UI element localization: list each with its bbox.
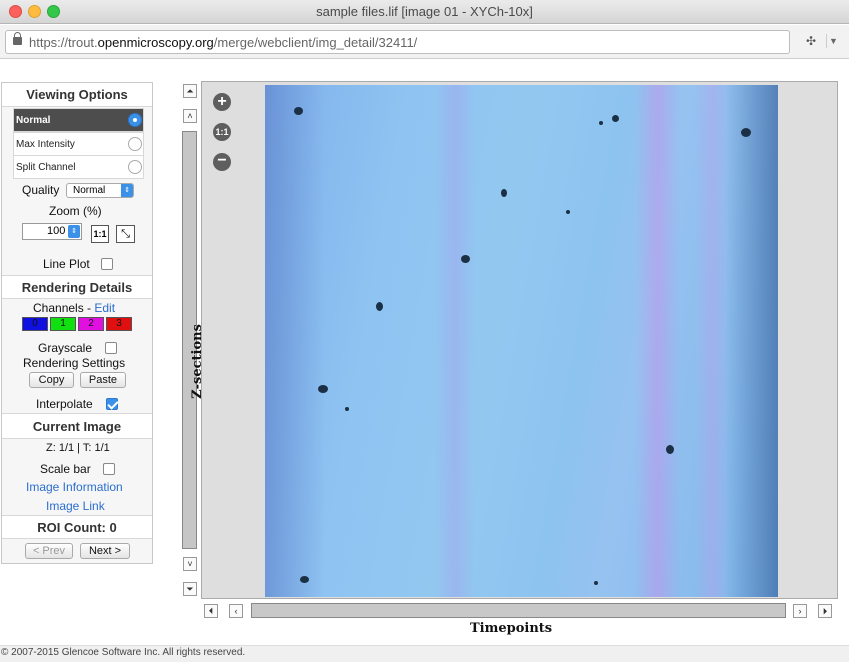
interpolate-checkbox[interactable]	[106, 398, 118, 410]
radio-icon[interactable]	[128, 137, 142, 151]
channel-button-3[interactable]: 3	[106, 317, 132, 331]
mode-split-channel[interactable]: Split Channel	[13, 155, 144, 179]
interpolate-label: Interpolate	[36, 397, 93, 411]
z-first-button[interactable]: ⏶	[183, 84, 197, 98]
z-up-button[interactable]: ˄	[183, 109, 197, 123]
mode-label: Max Intensity	[16, 139, 75, 150]
url-text[interactable]: https://trout.openmicroscopy.org/merge/w…	[29, 35, 417, 50]
image-streak	[435, 85, 475, 597]
particle	[300, 576, 309, 583]
channels-edit-link[interactable]: Edit	[94, 301, 115, 315]
radio-icon[interactable]	[128, 113, 142, 127]
prev-button[interactable]: < Prev	[25, 543, 73, 559]
quality-label: Quality	[22, 183, 60, 197]
window-title: sample files.lif [image 01 - XYCh-10x]	[316, 4, 533, 19]
t-next-button[interactable]: ›	[793, 604, 807, 618]
current-image-title: Current Image	[2, 413, 152, 439]
left-panel: Viewing Options Normal Max Intensity Spl…	[1, 82, 153, 564]
z-last-button[interactable]: ⏷	[183, 582, 197, 596]
particle	[461, 255, 470, 263]
next-button[interactable]: Next >	[80, 543, 130, 559]
channels-label: Channels - Edit	[33, 301, 116, 315]
title-bar: sample files.lif [image 01 - XYCh-10x]	[0, 0, 849, 24]
mode-normal[interactable]: Normal	[13, 108, 144, 132]
channel-button-0[interactable]: 0	[22, 317, 48, 331]
zoom-in-icon[interactable]: +	[213, 93, 231, 111]
rendering-details-title: Rendering Details	[2, 275, 152, 299]
zoom-fit-button[interactable]: ⤡	[116, 225, 135, 243]
particle	[501, 189, 507, 197]
particle	[666, 445, 674, 454]
extension-icon[interactable]: ✣	[803, 34, 819, 48]
grayscale-checkbox[interactable]	[105, 342, 117, 354]
t-prev-button[interactable]: ‹	[229, 604, 243, 618]
particle	[594, 581, 598, 585]
line-plot-label: Line Plot	[43, 257, 90, 271]
browser-window: sample files.lif [image 01 - XYCh-10x] h…	[0, 0, 849, 662]
particle	[566, 210, 570, 214]
t-slider[interactable]	[251, 603, 786, 618]
lock-icon	[13, 32, 22, 45]
particle	[612, 115, 619, 122]
image-link[interactable]: Image Link	[46, 499, 105, 513]
zoom-label: Zoom (%)	[49, 204, 102, 218]
address-bar-row: https://trout.openmicroscopy.org/merge/w…	[0, 25, 849, 59]
mode-label: Split Channel	[16, 162, 76, 173]
address-bar[interactable]: https://trout.openmicroscopy.org/merge/w…	[5, 30, 790, 54]
rendering-settings-label: Rendering Settings	[23, 356, 126, 370]
line-plot-checkbox[interactable]	[101, 258, 113, 270]
grayscale-label: Grayscale	[38, 341, 93, 355]
paste-button[interactable]: Paste	[80, 372, 126, 388]
mode-max-intensity[interactable]: Max Intensity	[13, 132, 144, 156]
zoom-input[interactable]: 100 ⇕	[22, 223, 82, 240]
viewing-options-title: Viewing Options	[2, 83, 152, 107]
footer: © 2007-2015 Glencoe Software Inc. All ri…	[0, 645, 849, 662]
image-streak	[265, 85, 325, 597]
mode-label: Normal	[16, 115, 51, 126]
particle	[318, 385, 328, 393]
zoom-1to1-button[interactable]: 1:1	[91, 225, 109, 243]
select-arrow-icon: ⇕	[121, 184, 133, 197]
radio-icon[interactable]	[128, 160, 142, 174]
particle	[294, 107, 303, 115]
particle	[599, 121, 603, 125]
zoom-stepper-icon[interactable]: ⇕	[68, 225, 80, 238]
timepoints-label: Timepoints	[470, 621, 553, 636]
image-viewport[interactable]: + 1:1 −	[201, 81, 838, 599]
particle	[741, 128, 751, 137]
scale-bar-label: Scale bar	[40, 462, 91, 476]
image-streak	[635, 85, 680, 597]
zoom-out-icon[interactable]: −	[213, 153, 231, 171]
particle	[376, 302, 383, 311]
t-last-button[interactable]: ⏵	[818, 604, 832, 618]
microscopy-image[interactable]	[265, 85, 778, 597]
roi-count: ROI Count: 0	[2, 515, 152, 539]
t-first-button[interactable]: ⏴	[204, 604, 218, 618]
channel-button-1[interactable]: 1	[50, 317, 76, 331]
scale-bar-checkbox[interactable]	[103, 463, 115, 475]
quality-select[interactable]: Normal ⇕	[66, 183, 134, 198]
image-information-link[interactable]: Image Information	[26, 480, 123, 494]
particle	[345, 407, 349, 411]
image-streak	[725, 85, 778, 597]
zoom-reset-icon[interactable]: 1:1	[213, 123, 231, 141]
z-t-info: Z: 1/1 | T: 1/1	[46, 442, 110, 454]
channel-button-2[interactable]: 2	[78, 317, 104, 331]
z-down-button[interactable]: ˅	[183, 557, 197, 571]
copy-button[interactable]: Copy	[29, 372, 74, 388]
chevron-down-icon[interactable]: ▼	[826, 34, 840, 48]
